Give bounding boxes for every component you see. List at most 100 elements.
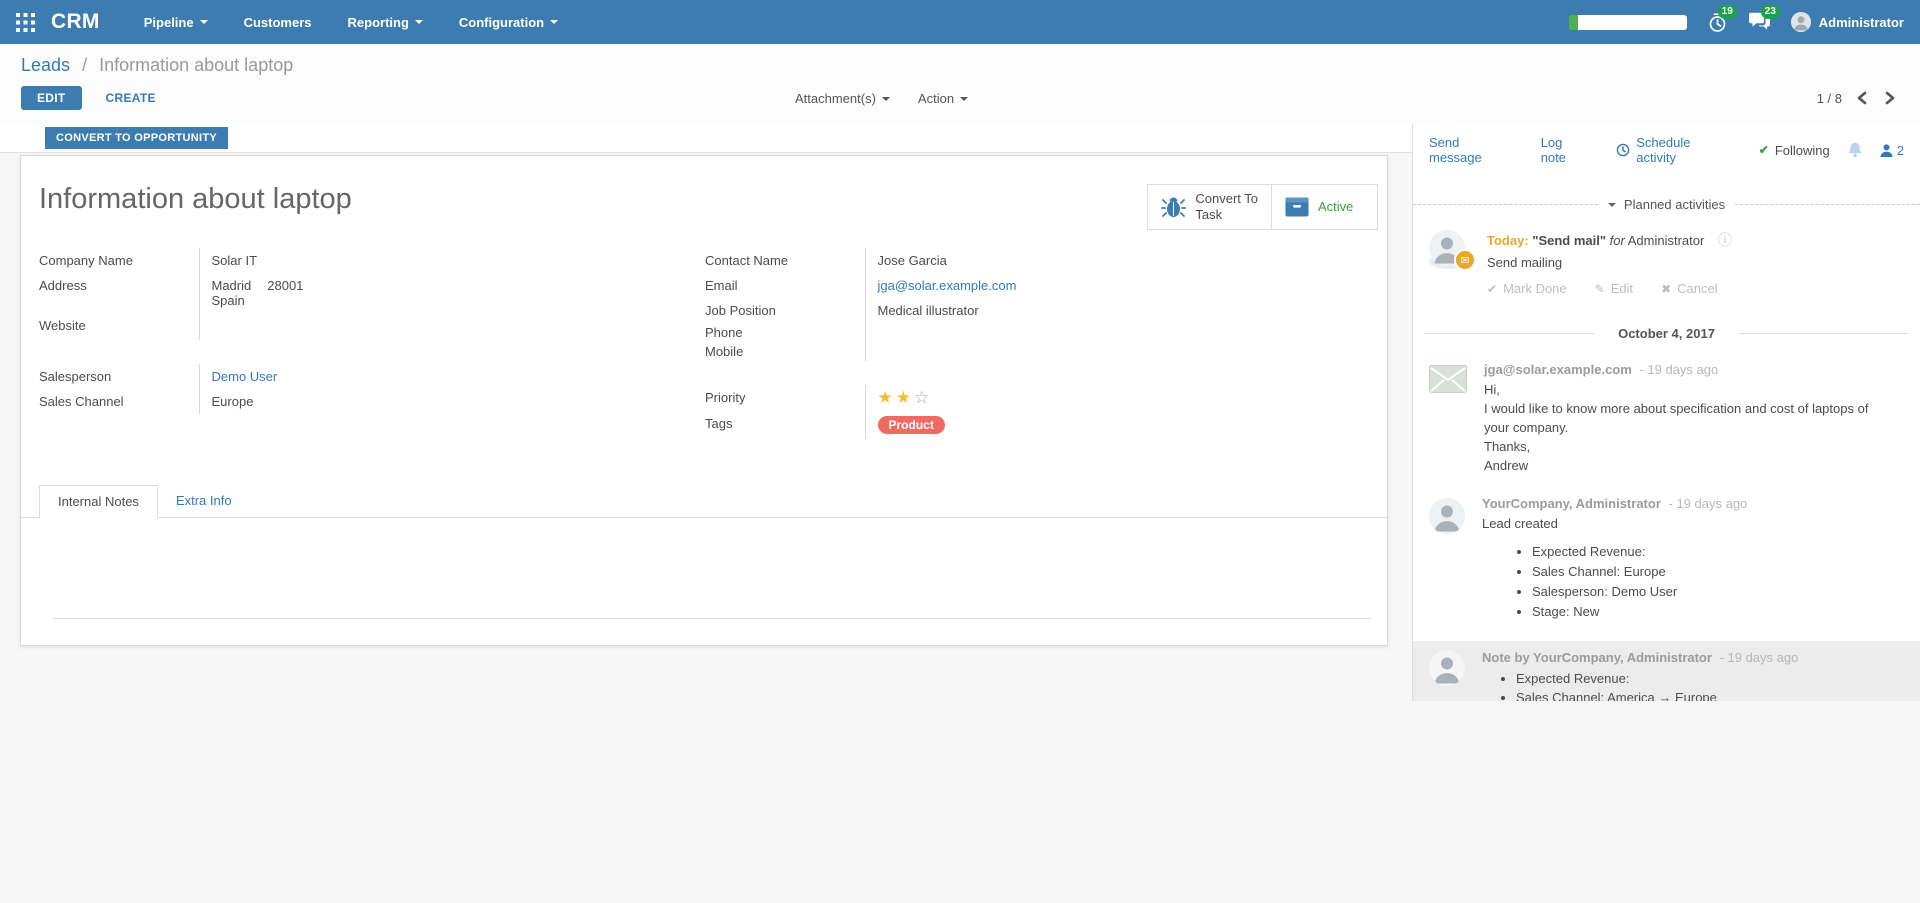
attachments-dropdown[interactable]: Attachment(s): [795, 91, 890, 106]
menu-reporting[interactable]: Reporting: [348, 15, 423, 30]
sheet-background: Convert ToTask Active Information about …: [0, 153, 1412, 903]
field-label: Contact Name: [705, 248, 865, 273]
menu-customers[interactable]: Customers: [244, 15, 312, 30]
field-group-right: Contact Name Jose Garcia Email jga@solar…: [705, 248, 1371, 439]
convert-to-opportunity-button[interactable]: CONVERT TO OPPORTUNITY: [45, 127, 228, 149]
message-author: YourCompany, Administrator: [1482, 496, 1661, 511]
check-icon: ✔: [1759, 143, 1769, 157]
envelope-icon: [1429, 362, 1467, 475]
date-separator: October 4, 2017: [1413, 326, 1920, 341]
notebook-tabs: Internal Notes Extra Info: [21, 485, 1387, 518]
messages-badge: 23: [1761, 5, 1780, 19]
activities-button[interactable]: 19: [1707, 12, 1728, 33]
field-label: Priority: [705, 385, 865, 411]
edit-activity-button[interactable]: ✎Edit: [1595, 281, 1633, 296]
pager-previous-button[interactable]: [1854, 89, 1870, 107]
info-icon[interactable]: ⓘ: [1718, 232, 1732, 248]
chatter-topbar: Send message Log note Schedule activity …: [1413, 124, 1920, 173]
planned-activities-toggle[interactable]: Planned activities: [1608, 197, 1725, 212]
message-text: Lead created: [1482, 514, 1882, 533]
menu-configuration[interactable]: Configuration: [459, 15, 558, 30]
active-toggle-button[interactable]: Active: [1271, 185, 1377, 229]
tab-extra-info[interactable]: Extra Info: [158, 485, 250, 517]
planned-activity-item: ✉ Today: "Send mail" for Administrator ⓘ…: [1413, 212, 1920, 296]
field-email: Email jga@solar.example.com: [705, 273, 1085, 298]
edit-button[interactable]: EDIT: [21, 86, 82, 110]
menu-pipeline[interactable]: Pipeline: [144, 15, 208, 30]
date-separator-label: October 4, 2017: [1618, 326, 1715, 341]
separator-line: [1425, 333, 1594, 334]
field-groups: Company Name Solar IT Address Madrid2800…: [39, 248, 1371, 439]
main-menu: Pipeline Customers Reporting Configurati…: [144, 15, 558, 30]
field-label: Website: [39, 313, 199, 340]
followers-button[interactable]: 2: [1880, 143, 1904, 158]
create-button[interactable]: CREATE: [100, 90, 162, 106]
breadcrumb-leads-link[interactable]: Leads: [21, 55, 70, 75]
field-priority: Priority ★★☆: [705, 385, 1085, 411]
bell-icon[interactable]: [1847, 142, 1863, 158]
field-value: Product: [865, 411, 1085, 439]
email-link[interactable]: jga@solar.example.com: [878, 278, 1017, 293]
action-dropdown[interactable]: Action: [918, 91, 968, 106]
message-timestamp: - 19 days ago: [1720, 650, 1799, 665]
field-label: Tags: [705, 411, 865, 439]
message-body: jga@solar.example.com - 19 days ago Hi, …: [1484, 362, 1884, 475]
field-job-position: Job Position Medical illustrator: [705, 298, 1085, 323]
message-header: YourCompany, Administrator - 19 days ago: [1482, 496, 1882, 511]
field-website: Website: [39, 313, 419, 340]
field-value: Europe: [199, 389, 419, 414]
field-value: Solar IT: [199, 248, 419, 273]
archive-box-icon: [1285, 197, 1309, 217]
tracking-item: Sales Channel: Europe: [1532, 562, 1882, 582]
avatar: [1429, 650, 1465, 686]
field-label: Email: [705, 273, 865, 298]
following-button[interactable]: ✔ Following: [1759, 143, 1830, 158]
breadcrumb-separator: /: [82, 55, 87, 75]
followers-count: 2: [1897, 143, 1904, 158]
pencil-icon: ✎: [1595, 282, 1605, 296]
log-note-button[interactable]: Log note: [1541, 135, 1592, 165]
message-timestamp: - 19 days ago: [1639, 362, 1718, 377]
user-menu[interactable]: Administrator: [1791, 12, 1904, 32]
salesperson-link[interactable]: Demo User: [212, 369, 278, 384]
message-timestamp: - 19 days ago: [1669, 496, 1748, 511]
chatter-content: Send message Log note Schedule activity …: [1412, 124, 1920, 701]
field-group-left: Company Name Solar IT Address Madrid2800…: [39, 248, 705, 439]
control-panel-buttons: EDIT CREATE: [21, 84, 1920, 112]
apps-grid-icon[interactable]: [16, 13, 35, 32]
field-label: Address: [39, 273, 199, 313]
dashed-line: [1413, 204, 1598, 205]
planner-progressbar[interactable]: [1569, 15, 1687, 30]
messages-button[interactable]: 23: [1748, 12, 1771, 32]
tab-internal-notes[interactable]: Internal Notes: [39, 485, 158, 518]
mark-done-button[interactable]: ✔Mark Done: [1487, 281, 1567, 296]
message-body: Note by YourCompany, Administrator - 19 …: [1482, 650, 1904, 701]
chevron-down-icon: [550, 20, 558, 28]
chevron-left-icon: [1856, 91, 1868, 105]
mail-activity-badge: ✉: [1454, 249, 1476, 271]
schedule-activity-button[interactable]: Schedule activity: [1616, 135, 1734, 165]
chevron-down-icon: [200, 20, 208, 28]
field-address: Address Madrid28001 Spain: [39, 273, 419, 313]
clock-icon: [1616, 143, 1630, 157]
field-value: Jose Garcia: [865, 248, 1085, 273]
field-company-name: Company Name Solar IT: [39, 248, 419, 273]
message-header: jga@solar.example.com - 19 days ago: [1484, 362, 1884, 377]
person-icon: [1880, 144, 1893, 157]
stat-buttons: Convert ToTask Active: [1147, 184, 1378, 230]
convert-to-task-button[interactable]: Convert ToTask: [1148, 185, 1271, 229]
field-label: Job Position: [705, 298, 865, 323]
internal-notes-content: [39, 518, 1371, 618]
send-message-button[interactable]: Send message: [1429, 135, 1516, 165]
field-value: Medical illustrator: [865, 298, 1085, 323]
tracking-values: Expected Revenue: Sales Channel: America…: [1482, 669, 1904, 701]
field-value: Madrid28001 Spain: [199, 273, 419, 313]
main-content: CONVERT TO OPPORTUNITY Convert T: [0, 124, 1920, 903]
form-pane: CONVERT TO OPPORTUNITY Convert T: [0, 124, 1412, 903]
field-sales-channel: Sales Channel Europe: [39, 389, 419, 414]
message-author: jga@solar.example.com: [1484, 362, 1632, 377]
priority-stars[interactable]: ★★☆: [878, 388, 933, 407]
pager-next-button[interactable]: [1882, 89, 1898, 107]
cancel-activity-button[interactable]: ✖Cancel: [1661, 281, 1718, 296]
message-body: YourCompany, Administrator - 19 days ago…: [1482, 496, 1882, 622]
